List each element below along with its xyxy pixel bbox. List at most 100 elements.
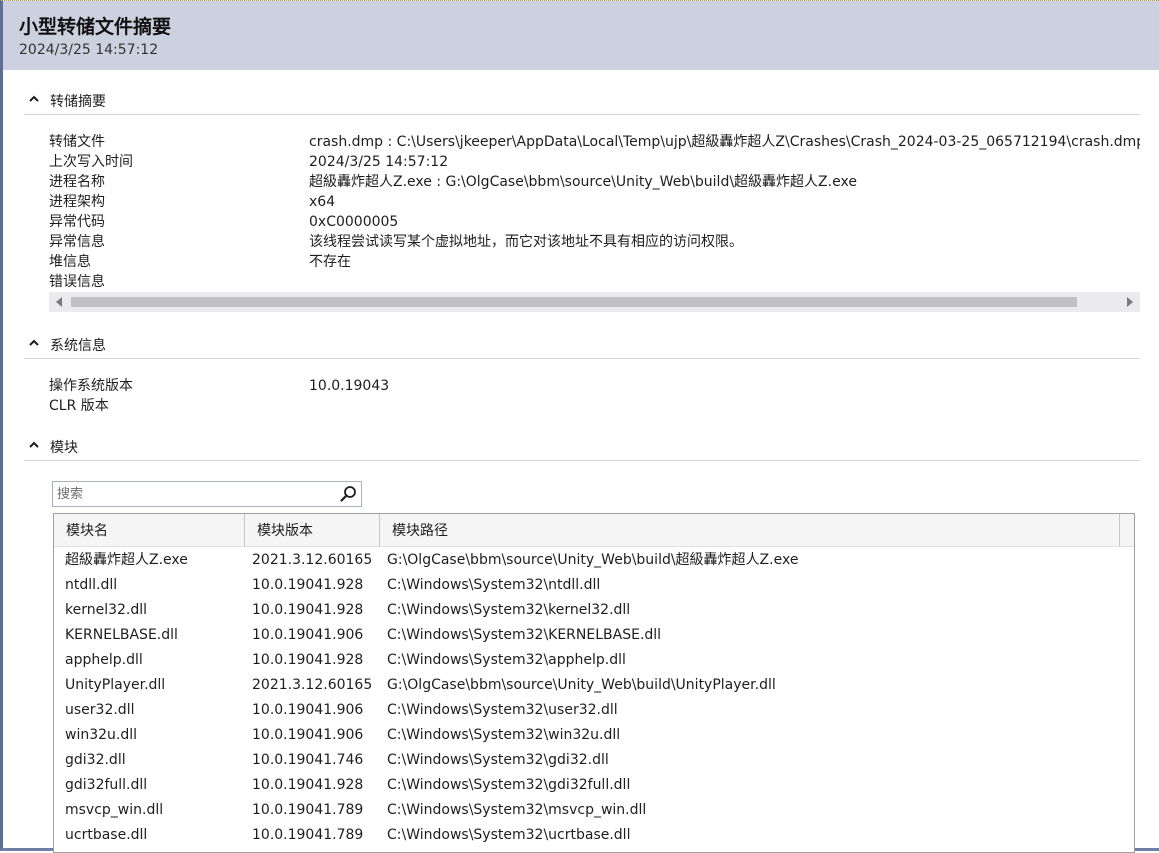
- field-value[interactable]: 0xC0000005: [309, 212, 398, 232]
- triangle-right-icon[interactable]: [1126, 297, 1134, 307]
- field-label: 进程名称: [49, 174, 105, 190]
- module-version-cell: 10.0.19041.906: [252, 627, 364, 643]
- section-title-dump-summary: 转储摘要: [50, 94, 106, 110]
- module-version-cell: 2021.3.12.60165: [252, 677, 373, 693]
- module-version-cell: 10.0.19041.746: [252, 752, 364, 768]
- field-label: 进程架构: [49, 194, 105, 210]
- module-name-cell: 超級轟炸超人Z.exe: [65, 552, 188, 568]
- module-name-cell: apphelp.dll: [65, 652, 143, 668]
- section-title-modules: 模块: [50, 440, 78, 456]
- field-value[interactable]: 该线程尝试读写某个虚拟地址，而它对该地址不具有相应的访问权限。: [309, 232, 743, 252]
- triangle-left-icon[interactable]: [55, 297, 63, 307]
- field-label: CLR 版本: [49, 398, 109, 414]
- module-name-cell: ntdll.dll: [65, 577, 118, 593]
- table-row[interactable]: user32.dll 10.0.19041.906 C:\Windows\Sys…: [54, 698, 1134, 723]
- field-label: 堆信息: [49, 254, 91, 270]
- module-search-box[interactable]: [52, 481, 362, 507]
- module-version-cell: 10.0.19041.789: [252, 827, 364, 843]
- table-row[interactable]: ucrtbase.dll 10.0.19041.789 C:\Windows\S…: [54, 823, 1134, 848]
- module-version-cell: 10.0.19041.928: [252, 652, 364, 668]
- module-path-cell: C:\Windows\System32\ucrtbase.dll: [387, 827, 631, 843]
- module-path-cell: C:\Windows\System32\gdi32.dll: [387, 752, 609, 768]
- column-header-module-version[interactable]: 模块版本: [245, 514, 380, 546]
- module-name-cell: win32u.dll: [65, 727, 138, 743]
- table-row[interactable]: msvcp_win.dll 10.0.19041.789 C:\Windows\…: [54, 798, 1134, 823]
- module-path-cell: C:\Windows\System32\KERNELBASE.dll: [387, 627, 662, 643]
- module-version-cell: 10.0.19041.928: [252, 777, 364, 793]
- module-version-cell: 2021.3.12.60165: [252, 552, 373, 568]
- module-path-cell: C:\Windows\System32\ntdll.dll: [387, 577, 601, 593]
- dump-summary-table: 转储文件 crash.dmp : C:\Users\jkeeper\AppDat…: [49, 132, 1140, 292]
- search-icon[interactable]: [339, 485, 357, 503]
- page-title: 小型转储文件摘要: [19, 16, 172, 38]
- system-info-row: 操作系统版本 10.0.19043: [49, 376, 1140, 396]
- module-path-cell: C:\Windows\System32\user32.dll: [387, 702, 618, 718]
- table-row[interactable]: gdi32.dll 10.0.19041.746 C:\Windows\Syst…: [54, 748, 1134, 773]
- module-version-cell: 10.0.19041.928: [252, 577, 364, 593]
- field-label: 转储文件: [49, 134, 105, 150]
- field-value[interactable]: 10.0.19043: [309, 376, 389, 396]
- dump-summary-row: 进程架构 x64: [49, 192, 1140, 212]
- table-row[interactable]: apphelp.dll 10.0.19041.928 C:\Windows\Sy…: [54, 648, 1134, 673]
- dump-summary-row: 上次写入时间 2024/3/25 14:57:12: [49, 152, 1140, 172]
- module-version-cell: 10.0.19041.906: [252, 702, 364, 718]
- modules-table: 模块名 模块版本 模块路径 超級轟炸超人Z.exe 2021.3.12.6016…: [53, 513, 1135, 853]
- system-info-row: CLR 版本: [49, 396, 1140, 416]
- table-row[interactable]: UnityPlayer.dll 2021.3.12.60165 G:\OlgCa…: [54, 673, 1134, 698]
- field-value[interactable]: 超級轟炸超人Z.exe : G:\OlgCase\bbm\source\Unit…: [309, 172, 857, 192]
- module-version-cell: 10.0.19041.906: [252, 727, 364, 743]
- chevron-up-icon[interactable]: [28, 439, 40, 451]
- module-name-cell: KERNELBASE.dll: [65, 627, 178, 643]
- table-row[interactable]: kernel32.dll 10.0.19041.928 C:\Windows\S…: [54, 598, 1134, 623]
- field-value[interactable]: x64: [309, 192, 335, 212]
- table-row[interactable]: KERNELBASE.dll 10.0.19041.906 C:\Windows…: [54, 623, 1134, 648]
- column-header-module-name[interactable]: 模块名: [54, 514, 245, 546]
- module-path-cell: C:\Windows\System32\win32u.dll: [387, 727, 621, 743]
- dump-summary-row: 进程名称 超級轟炸超人Z.exe : G:\OlgCase\bbm\source…: [49, 172, 1140, 192]
- field-value[interactable]: 2024/3/25 14:57:12: [309, 152, 448, 172]
- module-path-cell: C:\Windows\System32\kernel32.dll: [387, 602, 631, 618]
- field-value[interactable]: 不存在: [309, 252, 351, 272]
- system-info-table: 操作系统版本 10.0.19043 CLR 版本: [49, 376, 1140, 416]
- field-label: 异常代码: [49, 214, 105, 230]
- chevron-up-icon[interactable]: [28, 93, 40, 105]
- table-row[interactable]: win32u.dll 10.0.19041.906 C:\Windows\Sys…: [54, 723, 1134, 748]
- dump-summary-row: 异常信息 该线程尝试读写某个虚拟地址，而它对该地址不具有相应的访问权限。: [49, 232, 1140, 252]
- section-header-system-info[interactable]: 系统信息: [24, 332, 1140, 359]
- section-header-dump-summary[interactable]: 转储摘要: [24, 88, 1140, 115]
- module-name-cell: gdi32.dll: [65, 752, 126, 768]
- module-name-cell: gdi32full.dll: [65, 777, 148, 793]
- module-path-cell: C:\Windows\System32\msvcp_win.dll: [387, 802, 647, 818]
- module-path-cell: C:\Windows\System32\apphelp.dll: [387, 652, 626, 668]
- module-path-cell: G:\OlgCase\bbm\source\Unity_Web\build\Un…: [387, 677, 776, 693]
- section-header-modules[interactable]: 模块: [24, 434, 1140, 461]
- table-body: 超級轟炸超人Z.exe 2021.3.12.60165 G:\OlgCase\b…: [54, 548, 1134, 848]
- module-name-cell: ucrtbase.dll: [65, 827, 148, 843]
- module-version-cell: 10.0.19041.928: [252, 602, 364, 618]
- module-version-cell: 10.0.19041.789: [252, 802, 364, 818]
- table-row[interactable]: gdi32full.dll 10.0.19041.928 C:\Windows\…: [54, 773, 1134, 798]
- field-label: 异常信息: [49, 234, 105, 250]
- table-header: 模块名 模块版本 模块路径: [54, 514, 1134, 547]
- table-row[interactable]: 超級轟炸超人Z.exe 2021.3.12.60165 G:\OlgCase\b…: [54, 548, 1134, 573]
- scrollbar-thumb[interactable]: [71, 297, 1077, 307]
- page-timestamp: 2024/3/25 14:57:12: [19, 42, 159, 58]
- column-header-module-path[interactable]: 模块路径: [380, 514, 1120, 546]
- module-path-cell: C:\Windows\System32\gdi32full.dll: [387, 777, 631, 793]
- field-value[interactable]: crash.dmp : C:\Users\jkeeper\AppData\Loc…: [309, 132, 1140, 152]
- table-row[interactable]: ntdll.dll 10.0.19041.928 C:\Windows\Syst…: [54, 573, 1134, 598]
- search-input[interactable]: [57, 484, 327, 504]
- module-name-cell: kernel32.dll: [65, 602, 148, 618]
- dump-summary-row: 堆信息 不存在: [49, 252, 1140, 272]
- module-name-cell: UnityPlayer.dll: [65, 677, 166, 693]
- field-label: 上次写入时间: [49, 154, 133, 170]
- chevron-up-icon[interactable]: [28, 337, 40, 349]
- horizontal-scrollbar[interactable]: [49, 292, 1140, 312]
- dump-summary-row: 错误信息: [49, 272, 1140, 292]
- field-label: 错误信息: [49, 274, 105, 290]
- dump-summary-row: 转储文件 crash.dmp : C:\Users\jkeeper\AppDat…: [49, 132, 1140, 152]
- section-title-system-info: 系统信息: [50, 338, 106, 354]
- field-label: 操作系统版本: [49, 378, 133, 394]
- module-name-cell: msvcp_win.dll: [65, 802, 164, 818]
- module-name-cell: user32.dll: [65, 702, 135, 718]
